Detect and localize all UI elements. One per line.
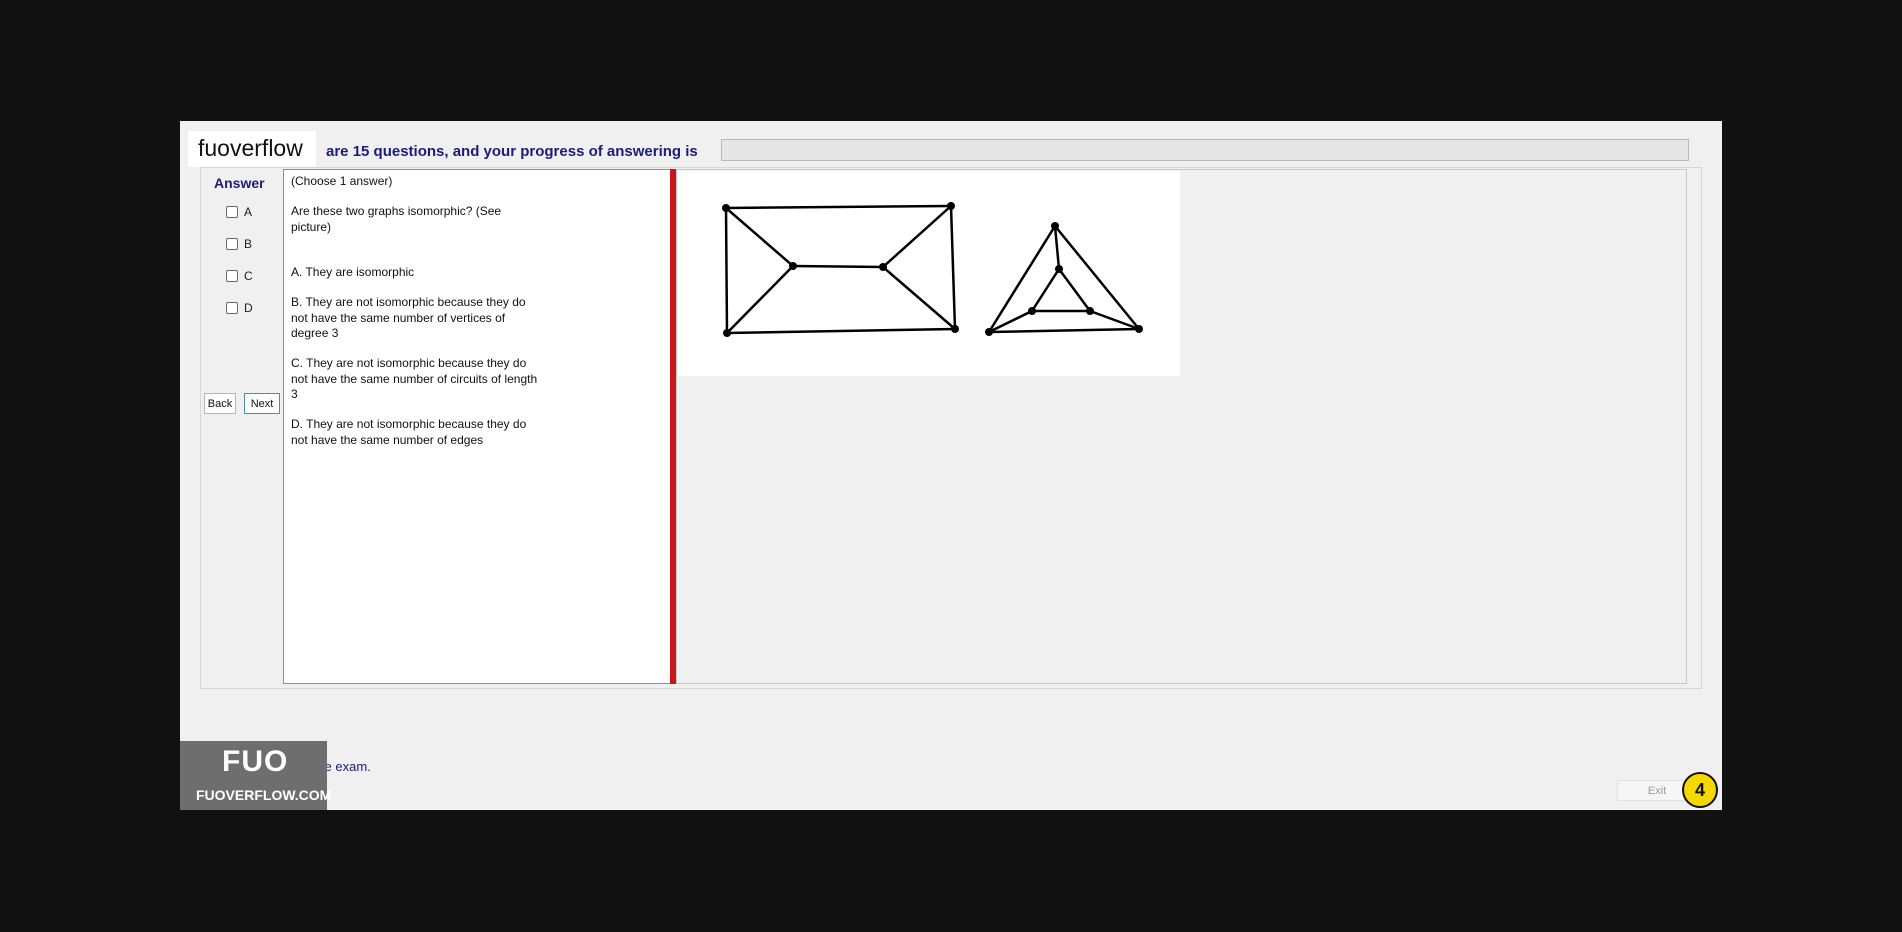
graphs-svg [722,202,1143,337]
question-prompt: Are these two graphs isomorphic? (See pi… [291,204,502,234]
progress-label: are 15 questions, and your progress of a… [326,143,698,160]
checkbox-b[interactable] [226,238,238,250]
graph-picture [678,171,1180,376]
choice-b: B. They are not isomorphic because they … [291,295,526,340]
choice-d: D. They are not isomorphic because they … [291,417,527,447]
watermark-big-text: FUO [222,745,289,778]
exam-window: fuoverflow are 15 questions, and your pr… [180,121,1722,810]
graph-right-vertices [985,222,1143,336]
back-button[interactable]: Back [204,393,236,414]
watermark-small-text: FUOVERFLOW.COM [196,787,332,803]
progress-bar [721,139,1689,161]
choice-c: C. They are not isomorphic because they … [291,356,538,401]
question-instruction: (Choose 1 answer) [291,174,393,188]
answer-option-a[interactable]: A [226,205,252,219]
graph-left [724,204,957,335]
checkbox-d[interactable] [226,302,238,314]
option-label-d: D [244,301,253,315]
answer-option-d[interactable]: D [226,301,253,315]
option-label-a: A [244,205,253,219]
step-number-badge: 4 [1682,772,1718,808]
checkbox-a[interactable] [226,206,238,218]
answer-option-b[interactable]: B [226,237,252,251]
logo: fuoverflow [188,131,316,167]
graph-left-vertices [722,202,959,337]
checkbox-c[interactable] [226,270,238,282]
question-panel: (Choose 1 answer) Are these two graphs i… [283,169,672,684]
next-button[interactable]: Next [244,393,280,414]
answer-heading: Answer [214,175,265,191]
option-label-c: C [244,269,253,283]
option-label-b: B [244,237,253,251]
choice-a: A. They are isomorphic [291,265,415,279]
watermark-logo: FUO FUOVERFLOW.COM [180,741,331,810]
graph-right [987,225,1140,334]
answer-option-c[interactable]: C [226,269,253,283]
